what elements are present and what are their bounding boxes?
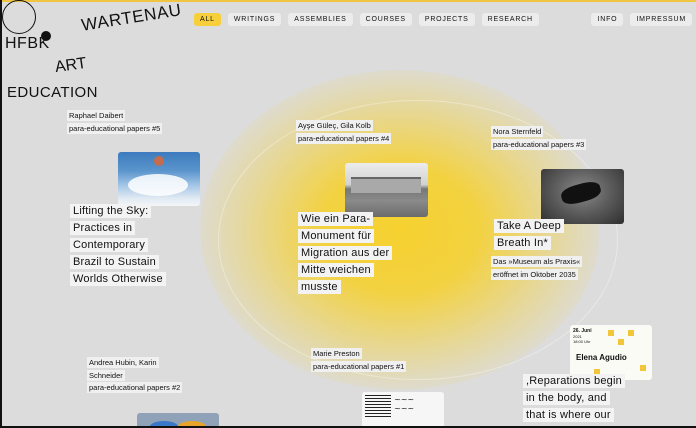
nav-item-impressum[interactable]: IMPRESSUM bbox=[630, 13, 692, 26]
card-image[interactable]: ~~~ ~~~ bbox=[362, 392, 444, 428]
card-subtitle: Das »Museum als Praxis« eröffnet im Okto… bbox=[491, 256, 583, 281]
card-series: para-educational papers #5 bbox=[67, 122, 163, 134]
poster-square bbox=[628, 330, 634, 336]
logo-wartenau: WARTENAU bbox=[80, 0, 183, 35]
logo-education: EDUCATION bbox=[7, 84, 98, 101]
nav-item-writings[interactable]: WRITINGS bbox=[227, 13, 282, 26]
card-meta: Nora Sternfeld para-educational papers #… bbox=[491, 126, 587, 151]
logo-hfbk: HFBK bbox=[5, 35, 50, 52]
card-authors: Raphael Daibert bbox=[67, 110, 126, 121]
card-meta: Ayşe Güleç, Gila Kolb para-educational p… bbox=[296, 120, 392, 145]
title-line: ,Reparations begin bbox=[523, 374, 625, 388]
text-lines-shape bbox=[365, 395, 391, 419]
card-meta: Andrea Hubin, Karin Schneider para-educa… bbox=[87, 357, 183, 395]
card-authors: Nora Sternfeld bbox=[491, 126, 544, 137]
nav-item-courses[interactable]: COURSES bbox=[359, 13, 412, 26]
title-line: in the body, and bbox=[523, 391, 610, 405]
building-shape bbox=[351, 177, 421, 193]
title-line: musste bbox=[298, 280, 341, 294]
secondary-nav: INFO IMPRESSUM bbox=[591, 13, 692, 26]
card-authors: Marie Preston bbox=[311, 348, 362, 359]
subtitle-line: Das »Museum als Praxis« bbox=[491, 256, 583, 267]
logo-circle-icon bbox=[2, 0, 36, 34]
poster-square bbox=[640, 365, 646, 371]
title-line: Breath In* bbox=[494, 236, 551, 250]
card-title[interactable]: Take A Deep Breath In* bbox=[494, 218, 564, 252]
card-image[interactable] bbox=[541, 169, 624, 224]
title-line: Worlds Otherwise bbox=[70, 272, 166, 286]
title-line: Take A Deep bbox=[494, 219, 564, 233]
nav-item-info[interactable]: INFO bbox=[591, 13, 624, 26]
main-nav: ALL WRITINGS ASSEMBLIES COURSES PROJECTS… bbox=[194, 13, 539, 26]
nav-item-all[interactable]: ALL bbox=[194, 13, 221, 26]
cloud-shape bbox=[128, 174, 188, 196]
title-line: Wie ein Para- bbox=[298, 212, 374, 226]
card-title[interactable]: Lifting the Sky: Practices in Contempora… bbox=[70, 203, 166, 288]
card-image[interactable]: 26. Juni 2021 18:00 Uhr Elena Agudio bbox=[570, 325, 652, 380]
nav-item-research[interactable]: RESEARCH bbox=[481, 13, 539, 26]
left-frame-bar bbox=[0, 0, 2, 428]
nav-item-projects[interactable]: PROJECTS bbox=[418, 13, 475, 26]
card-series: para-educational papers #1 bbox=[311, 360, 407, 372]
poster-date-time: 18:00 Uhr bbox=[573, 339, 591, 344]
subtitle-line: eröffnet im Oktober 2035 bbox=[491, 268, 578, 280]
card-title[interactable]: Wie ein Para- Monument für Migration aus… bbox=[298, 211, 393, 296]
script-shape: ~~~ ~~~ bbox=[394, 395, 415, 413]
title-line: Contemporary bbox=[70, 238, 149, 252]
card-series: para-educational papers #2 bbox=[87, 382, 183, 393]
card-title[interactable]: ,Reparations begin in the body, and that… bbox=[523, 373, 625, 424]
title-line: Lifting the Sky: bbox=[70, 204, 152, 218]
poster-square bbox=[618, 339, 624, 345]
card-series: para-educational papers #3 bbox=[491, 138, 587, 150]
poster-date: 26. Juni 2021 18:00 Uhr bbox=[573, 328, 592, 345]
card-authors: Andrea Hubin, Karin bbox=[87, 357, 159, 368]
title-line: Practices in bbox=[70, 221, 136, 235]
poster-square bbox=[608, 330, 614, 336]
nav-item-assemblies[interactable]: ASSEMBLIES bbox=[288, 13, 353, 26]
title-line: Brazil to Sustain bbox=[70, 255, 159, 269]
title-line: Mitte weichen bbox=[298, 263, 374, 277]
logo-art: ART bbox=[53, 54, 88, 77]
title-line: Migration aus der bbox=[298, 246, 393, 260]
card-meta: Raphael Daibert para-educational papers … bbox=[67, 110, 163, 135]
card-series: para-educational papers #4 bbox=[296, 132, 392, 144]
card-image[interactable] bbox=[118, 152, 200, 206]
card-image[interactable] bbox=[345, 163, 428, 217]
poster-name: Elena Agudio bbox=[576, 353, 627, 362]
card-meta: Marie Preston para-educational papers #1 bbox=[311, 348, 407, 373]
figure-shape bbox=[154, 156, 164, 166]
top-frame-bar bbox=[0, 0, 696, 2]
card-authors: Ayşe Güleç, Gila Kolb bbox=[296, 120, 373, 131]
card-authors: Schneider bbox=[87, 369, 125, 381]
title-line: that is where our bbox=[523, 408, 614, 422]
title-line: Monument für bbox=[298, 229, 375, 243]
figure-shape bbox=[559, 179, 603, 207]
